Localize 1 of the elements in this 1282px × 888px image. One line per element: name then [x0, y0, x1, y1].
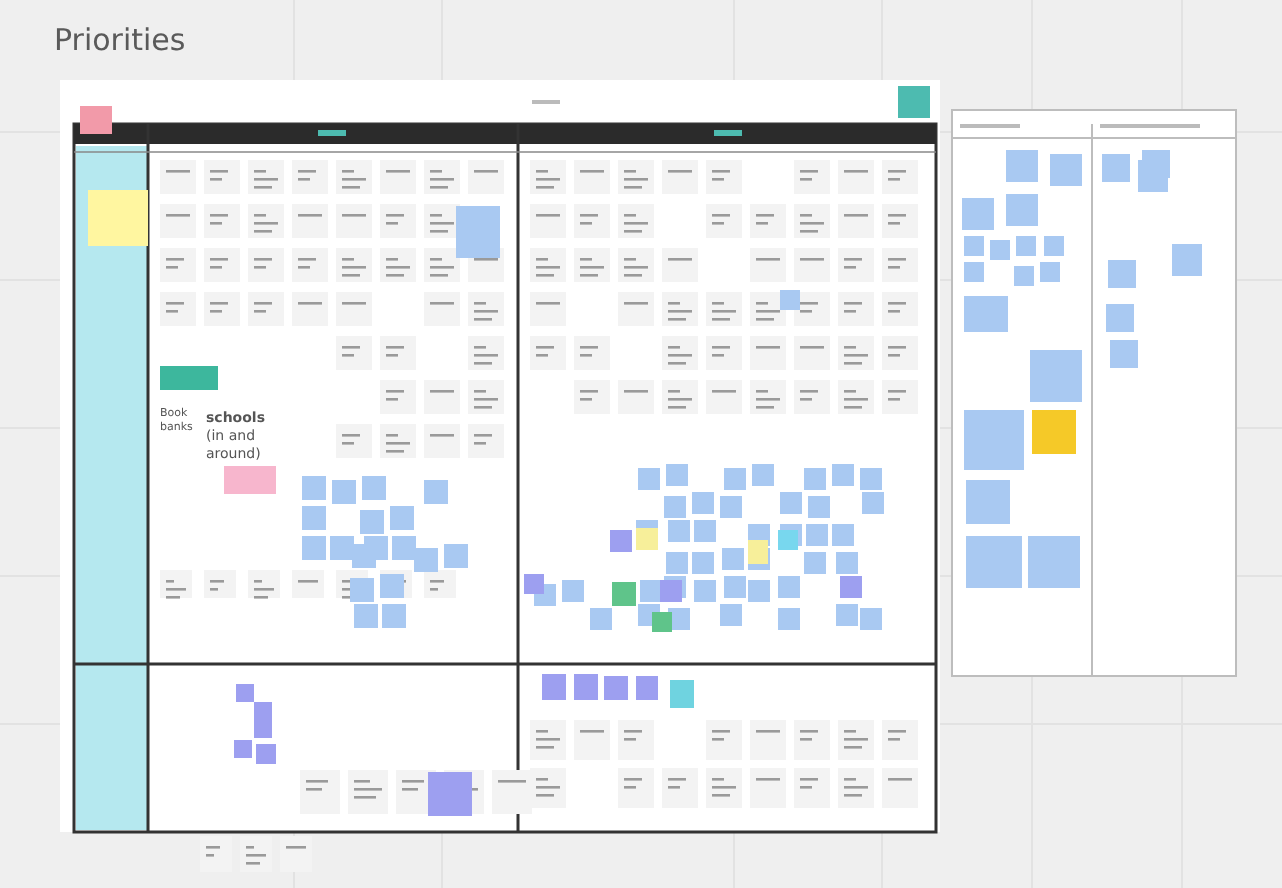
board-title: Priorities — [54, 22, 186, 58]
